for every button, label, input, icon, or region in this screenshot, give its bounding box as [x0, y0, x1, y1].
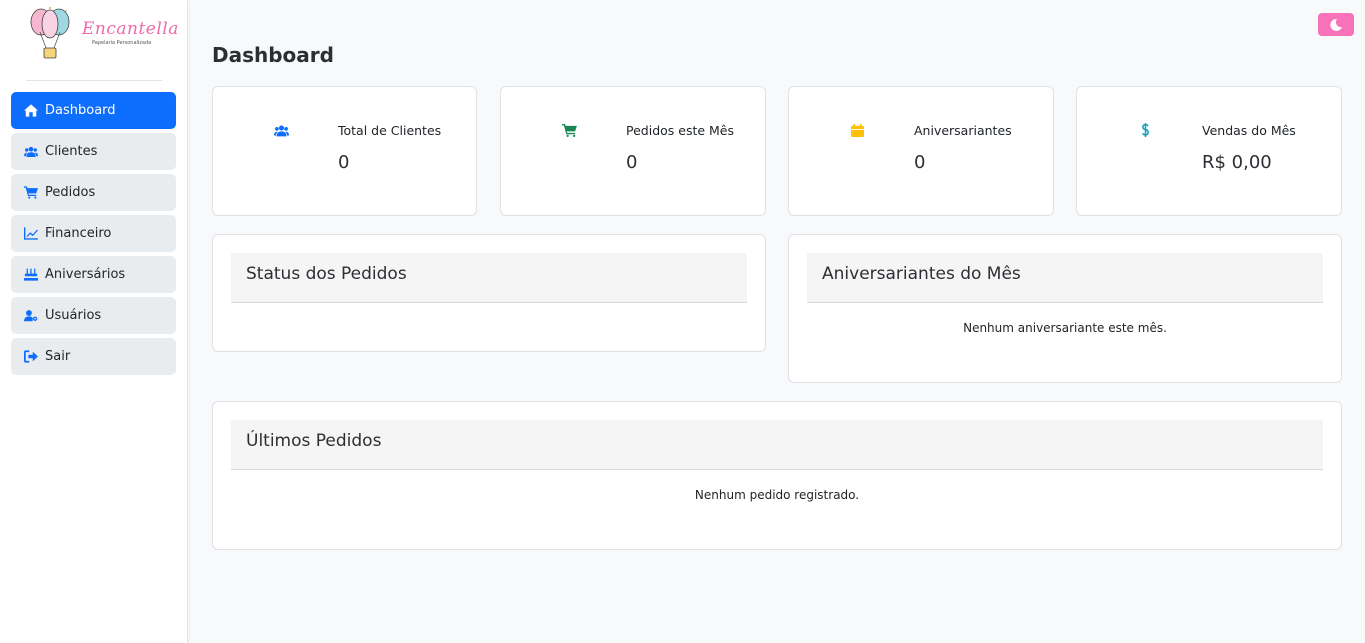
stat-card-pedidos: Pedidos este Mês 0 — [500, 86, 766, 216]
card-header: Últimos Pedidos — [231, 420, 1323, 470]
empty-message: Nenhum aniversariante este mês. — [963, 321, 1167, 335]
calendar-icon — [849, 123, 865, 137]
sidebar-item-dashboard[interactable]: Dashboard — [11, 92, 176, 129]
empty-message: Nenhum pedido registrado. — [694, 488, 860, 502]
cart-icon — [561, 123, 577, 137]
birthday-cake-icon — [23, 268, 38, 282]
sidebar-item-label: Dashboard — [45, 103, 116, 118]
sidebar-nav: Dashboard Clientes Pedidos Financeiro An… — [11, 92, 176, 379]
sidebar-item-label: Usuários — [45, 308, 102, 323]
card-title: Status dos Pedidos — [246, 264, 407, 284]
stat-card-clientes: Total de Clientes 0 — [212, 86, 477, 216]
users-icon — [23, 145, 38, 159]
sidebar-item-sair[interactable]: Sair — [11, 338, 176, 375]
card-header: Aniversariantes do Mês — [807, 253, 1323, 303]
sidebar-item-label: Sair — [45, 349, 71, 364]
stat-label: Total de Clientes — [338, 123, 442, 138]
theme-toggle-button[interactable] — [1318, 13, 1354, 36]
users-icon — [273, 123, 289, 137]
chart-line-icon — [23, 227, 38, 241]
card-title: Aniversariantes do Mês — [822, 264, 1021, 284]
sidebar-item-clientes[interactable]: Clientes — [11, 133, 176, 170]
card-header: Status dos Pedidos — [231, 253, 747, 303]
cart-icon — [23, 186, 38, 200]
sidebar-item-pedidos[interactable]: Pedidos — [11, 174, 176, 211]
user-cog-icon — [23, 309, 38, 323]
sidebar-item-label: Pedidos — [45, 185, 96, 200]
stat-label: Vendas do Mês — [1202, 123, 1296, 138]
ultimos-pedidos-card: Últimos Pedidos Nenhum pedido registrado… — [212, 401, 1342, 550]
sidebar-item-label: Financeiro — [45, 226, 112, 241]
balloon-logo-icon — [30, 7, 70, 59]
stat-card-aniversariantes: Aniversariantes 0 — [788, 86, 1054, 216]
stat-value: R$ 0,00 — [1202, 152, 1272, 173]
home-icon — [23, 104, 38, 118]
aniversariantes-mes-card: Aniversariantes do Mês Nenhum aniversari… — [788, 234, 1342, 383]
stat-card-vendas: Vendas do Mês R$ 0,00 — [1076, 86, 1342, 216]
brand-name: Encantella — [82, 19, 179, 39]
stat-value: 0 — [338, 152, 350, 173]
dollar-icon — [1137, 123, 1153, 137]
page-title: Dashboard — [212, 43, 334, 67]
sidebar: Encantella Papelaria Personalizada Dashb… — [0, 0, 188, 643]
stat-value: 0 — [914, 152, 926, 173]
sidebar-item-label: Clientes — [45, 144, 98, 159]
brand-tagline: Papelaria Personalizada — [92, 40, 152, 46]
moon-icon — [1330, 18, 1342, 31]
brand-logo[interactable]: Encantella Papelaria Personalizada — [28, 4, 178, 64]
card-title: Últimos Pedidos — [246, 431, 382, 451]
stat-label: Pedidos este Mês — [626, 123, 735, 138]
sidebar-item-usuarios[interactable]: Usuários — [11, 297, 176, 334]
sidebar-item-financeiro[interactable]: Financeiro — [11, 215, 176, 252]
sidebar-item-label: Aniversários — [45, 267, 126, 282]
stat-value: 0 — [626, 152, 638, 173]
sign-out-icon — [23, 350, 38, 364]
sidebar-divider — [26, 80, 162, 81]
stat-label: Aniversariantes — [914, 123, 1012, 138]
sidebar-item-aniversarios[interactable]: Aniversários — [11, 256, 176, 293]
status-pedidos-card: Status dos Pedidos — [212, 234, 766, 352]
